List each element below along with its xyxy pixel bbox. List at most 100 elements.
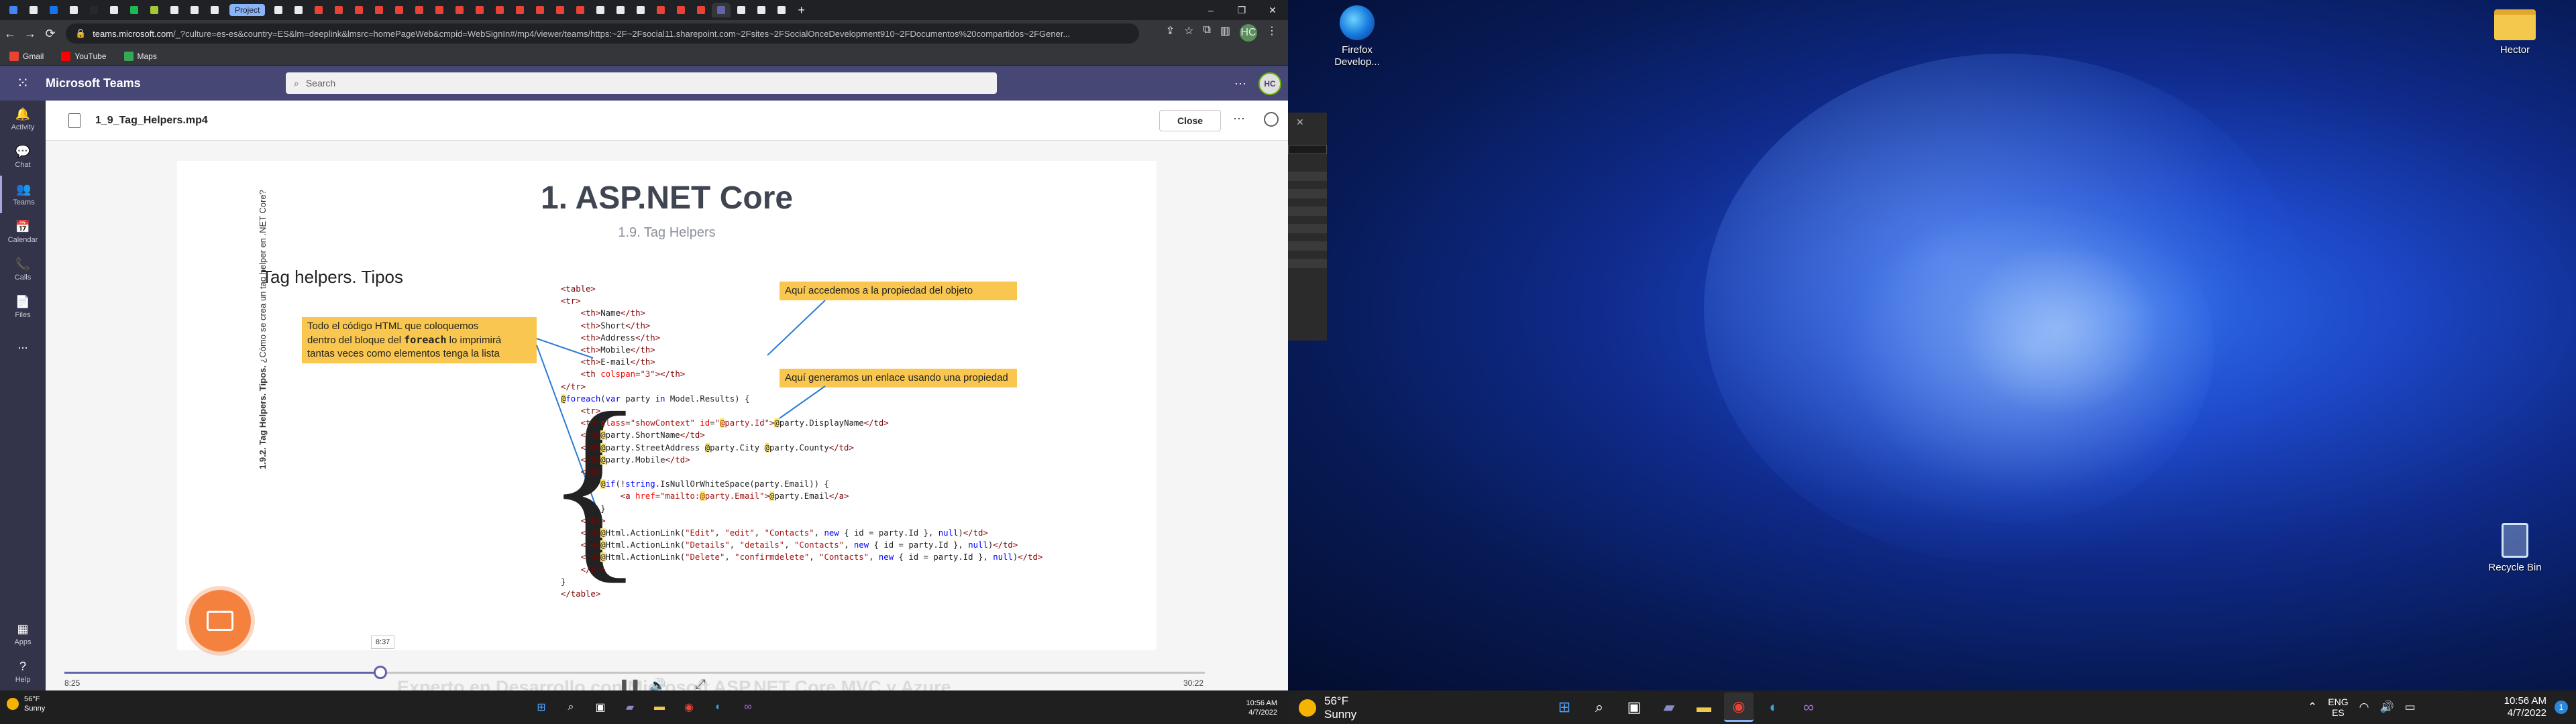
rail-item-calendar[interactable]: 📅 Calendar bbox=[0, 213, 46, 251]
browser-tab[interactable] bbox=[289, 3, 308, 17]
weather-widget[interactable]: 56°F Sunny bbox=[7, 695, 45, 713]
reload-icon[interactable]: ⟳ bbox=[40, 27, 60, 41]
wifi-icon[interactable]: ◠ bbox=[2359, 701, 2369, 714]
task-view-icon[interactable]: ▣ bbox=[589, 696, 612, 719]
weather-widget[interactable]: 56°F Sunny bbox=[1299, 695, 1356, 721]
browser-tab[interactable] bbox=[591, 3, 610, 17]
seek-handle[interactable] bbox=[373, 666, 387, 679]
address-bar[interactable]: 🔒 teams.microsoft.com /_?culture=es-es&c… bbox=[66, 23, 1139, 44]
browser-tab[interactable] bbox=[470, 3, 489, 17]
browser-tab[interactable] bbox=[752, 3, 771, 17]
search-icon[interactable]: ⌕ bbox=[1585, 692, 1614, 722]
chrome-icon[interactable]: ◉ bbox=[1724, 692, 1754, 722]
edge-icon[interactable]: ◐ bbox=[707, 696, 730, 719]
browser-tab[interactable] bbox=[571, 3, 590, 17]
app-launcher-icon[interactable]: ⁙ bbox=[0, 74, 46, 92]
star-icon[interactable]: ☆ bbox=[1184, 24, 1193, 42]
browser-tab[interactable] bbox=[85, 3, 103, 17]
file-explorer-icon[interactable]: ▬ bbox=[1689, 692, 1719, 722]
windows-start-icon[interactable]: ⊞ bbox=[1550, 692, 1579, 722]
clock[interactable]: 10:56 AM 4/7/2022 bbox=[1246, 699, 1277, 717]
browser-tab[interactable] bbox=[329, 3, 348, 17]
browser-tab[interactable] bbox=[772, 3, 791, 17]
desktop-icon-recycle-bin[interactable]: Recycle Bin bbox=[2478, 523, 2552, 574]
rail-item-more[interactable]: ... bbox=[0, 326, 46, 363]
browser-tab[interactable] bbox=[672, 3, 690, 17]
browser-tab[interactable] bbox=[511, 3, 529, 17]
browser-tab[interactable] bbox=[631, 3, 650, 17]
profile-avatar[interactable]: HC bbox=[1240, 24, 1257, 42]
browser-tab[interactable] bbox=[269, 3, 288, 17]
browser-tab[interactable] bbox=[165, 3, 184, 17]
task-view-icon[interactable]: ▣ bbox=[1619, 692, 1649, 722]
browser-tab[interactable] bbox=[24, 3, 43, 17]
browser-tab[interactable] bbox=[185, 3, 204, 17]
tab-group-project[interactable]: Project bbox=[229, 4, 266, 16]
video-stage[interactable]: 1. ASP.NET Core 1.9. Tag Helpers Tag hel… bbox=[46, 141, 1288, 697]
browser-tab[interactable] bbox=[490, 3, 509, 17]
menu-icon[interactable]: ⋮ bbox=[1267, 24, 1277, 42]
conversation-icon[interactable] bbox=[1264, 112, 1279, 127]
chevron-up-icon[interactable]: ⌃ bbox=[2308, 701, 2317, 714]
back-icon[interactable]: ← bbox=[0, 27, 20, 41]
rail-item-calls[interactable]: 📞 Calls bbox=[0, 251, 46, 288]
browser-tab[interactable] bbox=[692, 3, 710, 17]
browser-tab[interactable] bbox=[651, 3, 670, 17]
chrome-icon[interactable]: ◉ bbox=[678, 696, 700, 719]
browser-tab[interactable] bbox=[125, 3, 144, 17]
notification-badge[interactable]: 1 bbox=[2555, 701, 2568, 714]
forward-icon[interactable]: → bbox=[20, 27, 40, 41]
desktop-icon-hector[interactable]: Hector bbox=[2478, 9, 2552, 56]
rail-item-activity[interactable]: 🔔 Activity bbox=[0, 101, 46, 138]
browser-tab[interactable] bbox=[4, 3, 23, 17]
visual-studio-icon[interactable]: ∞ bbox=[737, 696, 759, 719]
browser-tab[interactable] bbox=[64, 3, 83, 17]
share-icon[interactable]: ⇪ bbox=[1166, 24, 1175, 42]
bookmark-gmail[interactable]: Gmail bbox=[9, 51, 44, 61]
close-button[interactable]: Close bbox=[1159, 110, 1221, 131]
browser-tab[interactable] bbox=[430, 3, 449, 17]
clock[interactable]: 10:56 AM 4/7/2022 bbox=[2496, 695, 2546, 719]
close-icon[interactable]: ✕ bbox=[1296, 117, 1304, 128]
browser-tab[interactable] bbox=[531, 3, 549, 17]
battery-icon[interactable]: ▭ bbox=[2405, 701, 2416, 714]
browser-tab-active[interactable] bbox=[712, 3, 731, 17]
sidebar-icon[interactable]: ▥ bbox=[1220, 24, 1230, 42]
browser-tab[interactable] bbox=[105, 3, 123, 17]
rail-item-teams[interactable]: 👥 Teams bbox=[0, 176, 46, 213]
presenter-button[interactable] bbox=[189, 590, 251, 652]
browser-tab[interactable] bbox=[551, 3, 570, 17]
search-icon[interactable]: ⌕ bbox=[559, 696, 582, 719]
browser-tab[interactable] bbox=[44, 3, 63, 17]
visual-studio-icon[interactable]: ∞ bbox=[1794, 692, 1823, 722]
browser-tab[interactable] bbox=[309, 3, 328, 17]
rail-item-apps[interactable]: ▦ Apps bbox=[0, 615, 46, 653]
browser-tab[interactable] bbox=[410, 3, 429, 17]
rail-item-help[interactable]: ? Help bbox=[0, 653, 46, 690]
close-window-button[interactable]: ✕ bbox=[1257, 0, 1288, 20]
browser-tab[interactable] bbox=[145, 3, 164, 17]
minimize-button[interactable]: – bbox=[1195, 0, 1226, 20]
background-window[interactable]: ✕ bbox=[1288, 113, 1327, 341]
windows-start-icon[interactable]: ⊞ bbox=[530, 696, 553, 719]
teams-chat-icon[interactable]: ▰ bbox=[1654, 692, 1684, 722]
bookmark-youtube[interactable]: YouTube bbox=[61, 51, 107, 61]
browser-tab[interactable] bbox=[390, 3, 409, 17]
rail-item-files[interactable]: 📄 Files bbox=[0, 288, 46, 326]
maximize-button[interactable]: ❐ bbox=[1226, 0, 1257, 20]
browser-tab[interactable] bbox=[611, 3, 630, 17]
language-indicator[interactable]: ENG ES bbox=[2328, 697, 2348, 718]
volume-icon[interactable]: 🔊 bbox=[2379, 701, 2394, 714]
more-options-icon[interactable]: ··· bbox=[1233, 111, 1245, 125]
teams-chat-icon[interactable]: ▰ bbox=[619, 696, 641, 719]
browser-tab[interactable] bbox=[350, 3, 368, 17]
browser-tab[interactable] bbox=[370, 3, 388, 17]
new-tab-button[interactable]: + bbox=[798, 3, 805, 17]
extensions-icon[interactable]: ⧉ bbox=[1203, 24, 1210, 42]
file-explorer-icon[interactable]: ▬ bbox=[648, 696, 671, 719]
browser-tab[interactable] bbox=[450, 3, 469, 17]
browser-tab[interactable] bbox=[732, 3, 751, 17]
browser-tab[interactable] bbox=[205, 3, 224, 17]
search-input[interactable]: ⌕ Search bbox=[286, 72, 997, 94]
more-options-icon[interactable]: ··· bbox=[1234, 76, 1246, 90]
